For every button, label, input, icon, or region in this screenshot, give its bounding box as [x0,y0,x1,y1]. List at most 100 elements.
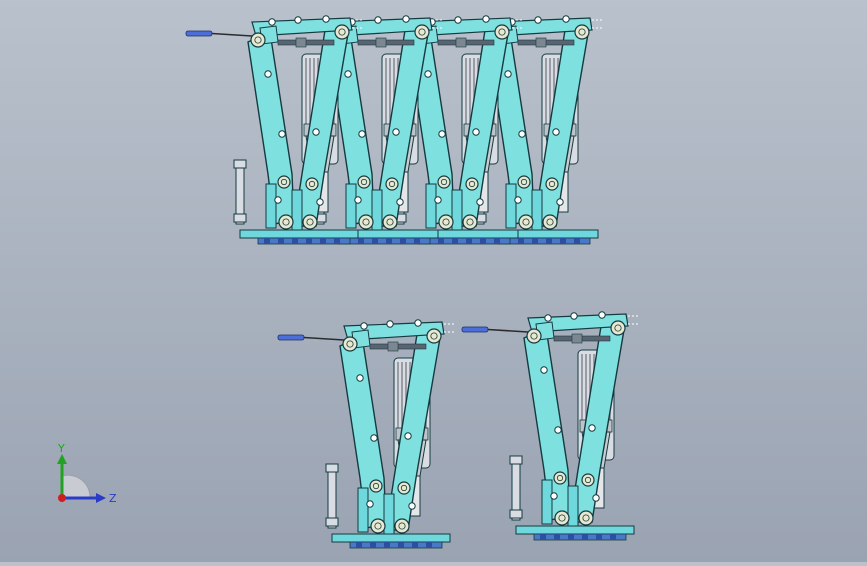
bolt-head [476,198,484,206]
lever-shaft [487,328,529,333]
bolt-head [472,128,480,136]
pivot-pin [465,177,479,191]
cad-viewport[interactable]: Y Z [0,0,867,562]
release-lever [277,334,305,341]
pivot-pin [610,320,626,336]
left-brake-shoe [265,183,277,229]
foot-bolt [568,534,574,540]
bolt-head [592,494,600,502]
foot-bolt [610,534,616,540]
bolt-head [434,196,442,204]
foot-bolt [306,238,312,244]
pivot-pin [397,481,411,495]
foot-bolt [596,534,602,540]
rod-nut [387,341,399,352]
base-plate [515,525,635,535]
foot-bolt [386,238,392,244]
bolt-head [540,366,548,374]
brake-unit-bottom-1 [277,319,454,549]
foot-bolt [414,238,420,244]
pivot-pin [382,214,398,230]
foot-bolt [372,238,378,244]
base-plate [331,533,451,543]
pivot-pin [581,473,595,487]
pivot-pin [385,177,399,191]
pivot-pin [369,479,383,493]
foot-bolt [412,542,418,548]
foot-bolt [452,238,458,244]
bolt-head [402,15,410,23]
bolt-head [278,130,286,138]
bolt-head [534,16,542,24]
z-axis-label: Z [109,492,117,505]
pivot-pin [554,510,570,526]
bolt-head [408,502,416,510]
coordinate-triad: Y Z [48,440,128,520]
left-brake-shoe [345,183,357,229]
bolt-head [570,312,578,320]
pivot-pin [370,518,386,534]
pivot-pin [494,24,510,40]
bolt-head [312,128,320,136]
pivot-pin [394,518,410,534]
bolt-head [360,322,368,330]
bolt-head [274,196,282,204]
right-brake-shoe [451,189,463,231]
foot-bolt [264,238,270,244]
rod-nut [375,37,387,48]
pivot-pin [302,214,318,230]
foot-bolt [560,238,566,244]
foot-bolt [494,238,500,244]
rod-nut [571,333,583,344]
pivot-pin [526,328,542,344]
bolt-head [518,130,526,138]
bolt-head [268,18,276,26]
bolt-head [354,196,362,204]
foot-bolt [278,238,284,244]
base-plate [239,229,359,239]
z-axis-arrowhead [96,493,106,503]
pivot-pin [545,177,559,191]
spring-cap [233,159,247,169]
foot-bolt [356,542,362,548]
left-brake-shoe [505,183,517,229]
foot-bolt [400,238,406,244]
pivot-pin [305,177,319,191]
pivot-pin [517,175,531,189]
foot-bolt [384,542,390,548]
bolt-head [544,314,552,322]
right-brake-shoe [531,189,543,231]
spring-cap [233,213,247,223]
foot-bolt [554,534,560,540]
right-brake-shoe [383,493,395,535]
pivot-pin [574,24,590,40]
bolt-head [392,128,400,136]
pivot-pin [553,471,567,485]
pivot-pin [518,214,534,230]
pivot-pin [278,214,294,230]
bolt-head [396,198,404,206]
rod-nut [535,37,547,48]
bolt-head [366,500,374,508]
foot-bolt [582,534,588,540]
pivot-pin [357,175,371,189]
brake-unit-bottom-2 [461,311,638,541]
bolt-head [294,16,302,24]
pivot-pin [426,328,442,344]
y-axis-arrowhead [57,454,67,464]
bolt-head [556,198,564,206]
left-brake-shoe [541,479,553,525]
bolt-head [404,432,412,440]
left-brake-shoe [357,487,369,533]
pivot-pin [542,214,558,230]
right-brake-shoe [291,189,303,231]
brake-assembly-model[interactable] [0,0,867,562]
foot-bolt [546,238,552,244]
foot-bolt [370,542,376,548]
bolt-head [562,15,570,23]
bolt-head [344,70,352,78]
bolt-head [482,15,490,23]
left-brake-shoe [425,183,437,229]
brake-unit-top-1 [185,15,362,245]
bolt-head [438,130,446,138]
